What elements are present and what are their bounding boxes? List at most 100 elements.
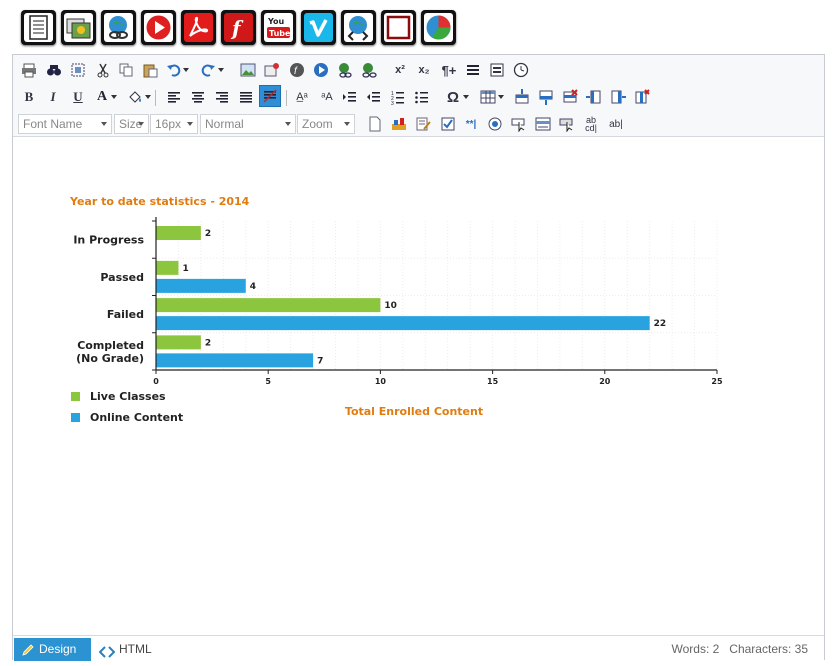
insert-table-icon[interactable] [479,88,497,106]
link-button[interactable] [101,10,136,45]
radio-button-icon[interactable] [486,115,504,133]
justify-none-icon[interactable] [259,85,281,107]
flash-object-icon[interactable]: f [288,61,306,79]
html-tab[interactable]: HTML [98,638,152,661]
html-tab-label: HTML [119,642,152,656]
underline-icon[interactable]: U [69,88,87,106]
unlink-icon[interactable] [360,61,378,79]
design-tab[interactable]: Design [14,638,91,661]
checkbox-icon[interactable] [439,115,457,133]
insert-column-right-icon[interactable] [609,88,627,106]
redo-dropdown-icon[interactable] [216,61,226,79]
print-icon[interactable] [20,61,38,79]
x-tick-label: 0 [153,377,159,386]
bar-data-label: 22 [654,319,667,329]
redo-icon[interactable] [199,61,217,79]
clock-icon[interactable] [512,61,530,79]
flash-button[interactable]: f [221,10,256,45]
zoom-select[interactable]: Zoom [297,114,355,134]
svg-text:f: f [230,16,244,40]
align-left-icon[interactable] [165,88,183,106]
password-field-icon[interactable]: **| [462,115,480,133]
submit-button-icon[interactable] [510,115,528,133]
font-size-select[interactable]: Size [114,114,149,134]
justify-full-icon[interactable] [237,88,255,106]
align-right-icon[interactable] [213,88,231,106]
chart-bar [156,278,246,293]
spellcheck-icon[interactable]: ab cd| [582,115,600,133]
indent-icon[interactable] [341,88,359,106]
x-tick-label: 15 [487,377,499,386]
image-map-icon[interactable] [263,61,281,79]
editor-content[interactable]: Year to date statistics - 2014 Total Enr… [13,138,824,634]
image-gallery-icon [64,13,93,42]
svg-text:Tube: Tube [269,29,291,38]
new-document-icon[interactable] [366,115,384,133]
cut-icon[interactable] [94,61,112,79]
bold-icon[interactable]: B [20,88,38,106]
x-tick-label: 25 [711,377,723,386]
embed-code-button[interactable] [341,10,376,45]
font-px-select[interactable]: 16px [150,114,198,134]
form-icon[interactable] [414,115,432,133]
justify-lines-icon[interactable] [464,61,482,79]
youtube-button[interactable]: You Tube [261,10,296,45]
outdent-icon[interactable] [365,88,383,106]
word-character-count: Words: 2 Characters: 35 [671,642,809,656]
delete-row-icon[interactable] [561,88,579,106]
media-object-icon[interactable] [312,61,330,79]
font-color-dropdown-icon[interactable] [109,88,119,106]
paragraph-format-select[interactable]: Normal [200,114,296,134]
special-characters-dropdown-icon[interactable] [461,88,471,106]
insert-media-toolbar: f You Tube [0,0,836,52]
highlight-dropdown-icon[interactable] [143,88,153,106]
template-icon[interactable] [390,115,408,133]
bulleted-list-icon[interactable] [413,88,431,106]
chart-title: Year to date statistics - 2014 [69,195,250,208]
insert-column-left-icon[interactable] [585,88,603,106]
hyperlink-icon[interactable] [336,61,354,79]
subscript-icon[interactable]: x₂ [415,61,433,79]
font-name-value: Font Name [23,117,83,131]
select-all-icon[interactable] [69,61,87,79]
superscript-icon[interactable]: x² [391,61,409,79]
numbered-list-icon[interactable]: 123 [389,88,407,106]
insert-image-icon[interactable] [239,61,257,79]
page-properties-icon[interactable] [488,61,506,79]
paragraph-icon[interactable]: ¶+ [440,61,458,79]
uppercase-icon[interactable]: A̲ᵃ [293,88,311,106]
pdf-button[interactable] [181,10,216,45]
globe-link-icon [104,13,133,42]
svg-text:3: 3 [391,101,394,105]
y-tick-label: Completed (No Grade) [76,339,144,365]
vimeo-button[interactable] [301,10,336,45]
insert-table-dropdown-icon[interactable] [496,88,506,106]
frame-button[interactable] [381,10,416,45]
chart-button[interactable] [421,10,456,45]
image-button-icon[interactable] [558,115,576,133]
lowercase-icon[interactable]: ᵃA [318,88,336,106]
insert-row-below-icon[interactable] [537,88,555,106]
copy-icon[interactable] [117,61,135,79]
special-characters-icon[interactable]: Ω [444,88,462,106]
align-center-icon[interactable] [189,88,207,106]
globe-code-icon [344,13,373,42]
media-button[interactable] [141,10,176,45]
image-gallery-button[interactable] [61,10,96,45]
select-list-icon[interactable] [534,115,552,133]
italic-icon[interactable]: I [44,88,62,106]
paste-icon[interactable] [141,61,159,79]
svg-text:You: You [267,17,285,26]
text-field-icon[interactable]: ab| [607,115,625,133]
delete-column-icon[interactable] [633,88,651,106]
document-button[interactable] [21,10,56,45]
insert-row-above-icon[interactable] [513,88,531,106]
find-icon[interactable] [45,61,63,79]
paragraph-format-value: Normal [205,117,244,131]
chart-bar [156,260,179,275]
undo-dropdown-icon[interactable] [181,61,191,79]
status-bar: Design HTML Words: 2 Characters: 35 [13,635,824,661]
toolbar-separator [155,90,156,106]
highlight-color-icon[interactable] [126,88,144,106]
font-name-select[interactable]: Font Name [18,114,112,134]
